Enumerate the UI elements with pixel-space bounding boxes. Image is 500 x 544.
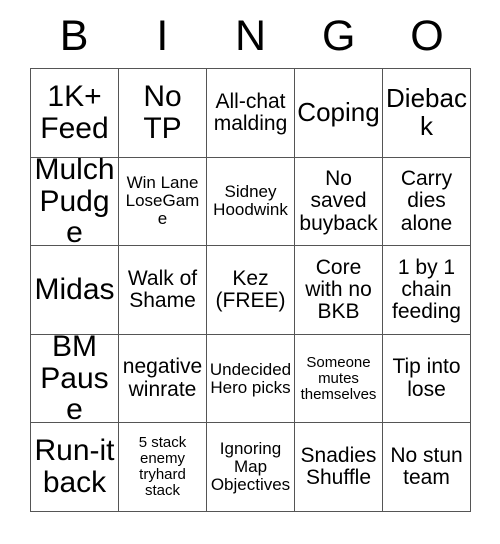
bingo-row: Mulch Pudge Win Lane LoseGame Sidney Hoo… [31, 157, 471, 247]
bingo-header-letter-b: B [59, 11, 89, 60]
bingo-cell[interactable]: Tip into lose [383, 334, 471, 424]
bingo-cell[interactable]: Midas [31, 246, 119, 335]
bingo-cell[interactable]: Ignoring Map Objectives [207, 423, 295, 512]
bingo-cell[interactable]: Coping [295, 69, 383, 158]
bingo-header-letter-i: I [156, 11, 169, 60]
bingo-cell-label: Tip into lose [392, 355, 461, 401]
bingo-cell[interactable]: Someone mutes themselves [295, 334, 383, 424]
bingo-row: Midas Walk of Shame Kez (FREE) Core with… [31, 246, 471, 335]
bingo-cell[interactable]: Win Lane LoseGame [119, 157, 207, 247]
bingo-cell-label: All-chat malding [213, 89, 288, 135]
bingo-cell-free[interactable]: Kez (FREE) [207, 246, 295, 335]
bingo-cell[interactable]: Sidney Hoodwink [207, 157, 295, 247]
bingo-cell[interactable]: BM Pause [31, 334, 119, 424]
bingo-header-row: B I N G O [30, 8, 471, 68]
bingo-cell[interactable]: No saved buyback [295, 157, 383, 247]
bingo-cell-label: Snadies Shuffle [300, 443, 377, 490]
bingo-row: Run-it back 5 stack enemy tryhard stack … [31, 423, 471, 512]
bingo-cell[interactable]: Snadies Shuffle [295, 423, 383, 512]
bingo-cell[interactable]: Dieback [383, 69, 471, 158]
bingo-grid: 1K+ Feed No TP All-chat malding Coping D… [30, 68, 471, 512]
bingo-cell-label: Win Lane LoseGame [125, 173, 200, 229]
bingo-cell-label: BM Pause [40, 334, 109, 424]
bingo-cell-label: No stun team [390, 443, 463, 490]
bingo-cell[interactable]: Walk of Shame [119, 246, 207, 335]
bingo-cell[interactable]: 1K+ Feed [31, 69, 119, 158]
bingo-cell-label: 1 by 1 chain feeding [392, 255, 461, 324]
bingo-cell-label: Someone mutes themselves [300, 353, 377, 403]
bingo-cell-label: Kez (FREE) [215, 266, 286, 312]
bingo-header-letter-g: G [321, 11, 356, 60]
bingo-cell[interactable]: Run-it back [31, 423, 119, 512]
bingo-cell[interactable]: Undecided Hero picks [207, 334, 295, 424]
bingo-cell[interactable]: negative winrate [119, 334, 207, 424]
bingo-cell[interactable]: Core with no BKB [295, 246, 383, 335]
bingo-cell-label: Dieback [386, 83, 467, 141]
bingo-cell-label: Sidney Hoodwink [213, 182, 288, 220]
bingo-row: BM Pause negative winrate Undecided Hero… [31, 334, 471, 424]
bingo-cell-label: Mulch Pudge [34, 157, 115, 247]
bingo-cell-label: Ignoring Map Objectives [210, 439, 291, 495]
bingo-cell-label: Carry dies alone [400, 167, 453, 235]
bingo-cell-label: Run-it back [34, 434, 115, 500]
bingo-cell-label: Midas [34, 273, 115, 307]
bingo-cell[interactable]: No TP [119, 69, 207, 158]
bingo-cell-label: negative winrate [122, 355, 203, 401]
bingo-cell-label: 1K+ Feed [40, 80, 109, 145]
bingo-cell[interactable]: 5 stack enemy tryhard stack [119, 423, 207, 512]
bingo-cell-label: Walk of Shame [127, 266, 198, 312]
bingo-header-letter-o: O [410, 11, 444, 60]
bingo-header-letter-n: N [234, 11, 267, 60]
bingo-cell[interactable]: All-chat malding [207, 69, 295, 158]
bingo-cell[interactable]: No stun team [383, 423, 471, 512]
bingo-row: 1K+ Feed No TP All-chat malding Coping D… [31, 69, 471, 158]
bingo-cell-label: Core with no BKB [305, 255, 372, 324]
bingo-cell[interactable]: Carry dies alone [383, 157, 471, 247]
bingo-cell-label: No TP [143, 80, 182, 145]
bingo-card: B I N G O 1K+ Feed No TP All-chat maldin… [30, 8, 471, 512]
bingo-cell-label: Coping [297, 97, 380, 128]
bingo-cell[interactable]: Mulch Pudge [31, 157, 119, 247]
bingo-cell-label: Undecided Hero picks [209, 359, 292, 397]
bingo-cell-label: No saved buyback [299, 167, 378, 235]
bingo-cell[interactable]: 1 by 1 chain feeding [383, 246, 471, 335]
bingo-cell-label: 5 stack enemy tryhard stack [138, 434, 187, 500]
